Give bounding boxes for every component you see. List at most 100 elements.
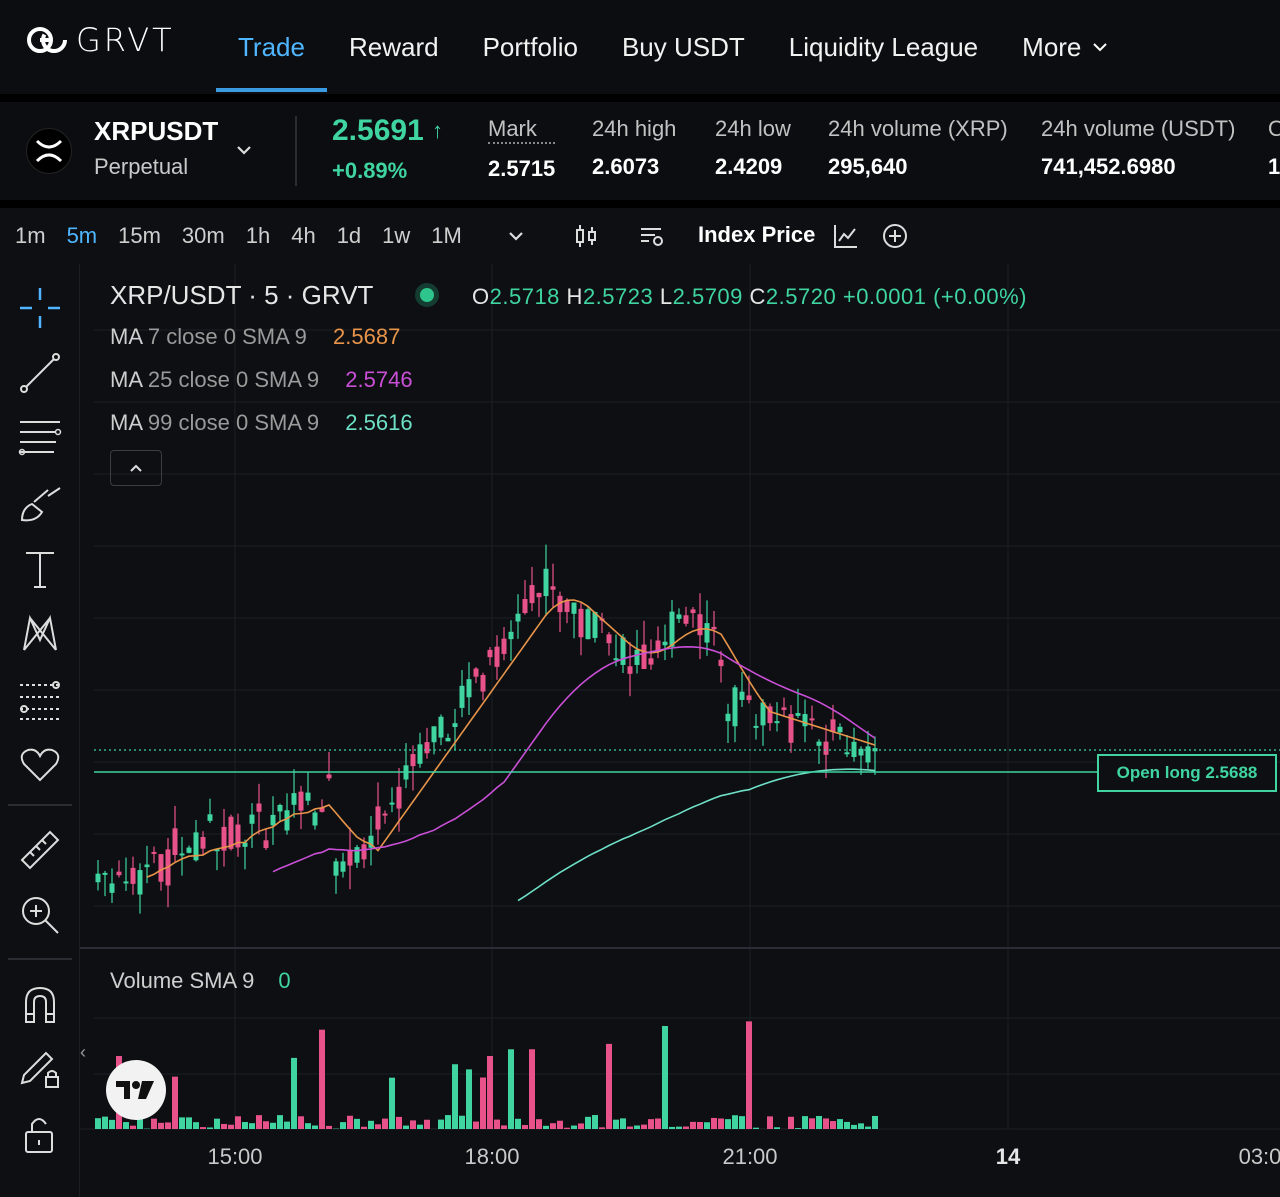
x-axis-label: 14 (995, 1144, 1021, 1169)
crosshair-tool[interactable] (18, 286, 62, 330)
measure-tool[interactable] (18, 828, 62, 872)
indicators-icon[interactable] (638, 222, 666, 250)
grvt-logo-icon (27, 27, 67, 53)
index-price-toggle[interactable]: Index Price (698, 222, 815, 248)
zoom-tool[interactable] (18, 893, 62, 937)
stat-label: 24h high (592, 116, 677, 141)
volume-bar (788, 1116, 794, 1129)
candle-body (529, 585, 535, 604)
timeframe-1M[interactable]: 1M (431, 223, 462, 249)
favorites-tool[interactable] (18, 742, 62, 786)
volume-bar (872, 1115, 878, 1129)
candle-body (172, 828, 178, 856)
candle-body (606, 634, 612, 644)
lock-all-tool[interactable] (18, 1112, 62, 1156)
timeframe-1m[interactable]: 1m (15, 223, 46, 249)
chart-line-icon[interactable] (832, 222, 860, 250)
candle-body (669, 611, 675, 647)
volume-bar (599, 1127, 605, 1129)
candle-body (473, 668, 479, 677)
ma7-legend[interactable]: MA 7 close 0 SMA 9 2.5687 (110, 324, 400, 350)
add-circle-icon[interactable] (881, 222, 909, 250)
divider (0, 94, 1280, 102)
candle-body (186, 847, 192, 853)
timeframe-1w[interactable]: 1w (382, 223, 410, 249)
volume-bar (515, 1118, 521, 1129)
trendline-tool[interactable] (18, 351, 62, 395)
volume-bar (627, 1126, 633, 1129)
candle-body (753, 725, 759, 728)
volume-bar (585, 1116, 591, 1129)
timeframe-1h[interactable]: 1h (246, 223, 270, 249)
nav-portfolio[interactable]: Portfolio (461, 0, 600, 94)
candle-body (676, 614, 682, 619)
candle-body (564, 600, 570, 612)
pattern-tool[interactable] (18, 612, 62, 656)
fib-retracement-tool[interactable] (18, 677, 62, 721)
candle-body (781, 707, 787, 710)
volume-bar (417, 1124, 423, 1129)
candle-body (816, 741, 822, 746)
candle-body (137, 870, 143, 895)
ma99-legend[interactable]: MA 99 close 0 SMA 9 2.5616 (110, 410, 413, 436)
candle-body (382, 813, 388, 816)
scroll-left-chevron-icon[interactable]: ‹ (80, 1042, 86, 1063)
horizontal-lines-tool[interactable] (18, 416, 62, 460)
ma25-legend[interactable]: MA 25 close 0 SMA 9 2.5746 (110, 367, 413, 393)
symbol-name[interactable]: XRPUSDT (94, 116, 218, 147)
volume-bar (690, 1121, 696, 1129)
volume-bar (641, 1124, 647, 1129)
nav-liquidity-league[interactable]: Liquidity League (767, 0, 1000, 94)
stat-label[interactable]: Mark (488, 116, 556, 144)
last-price: 2.5691 (332, 114, 424, 147)
timeframe-5m[interactable]: 5m (67, 223, 98, 249)
candle-body (501, 638, 507, 654)
nav-buy-usdt[interactable]: Buy USDT (600, 0, 767, 94)
x-axis-label: 21:00 (722, 1144, 778, 1169)
nav-more[interactable]: More (1000, 0, 1131, 94)
nav-reward[interactable]: Reward (327, 0, 461, 94)
brush-tool[interactable] (18, 482, 62, 526)
tradingview-logo[interactable] (106, 1060, 166, 1120)
grvt-logo[interactable]: GRVT (26, 20, 175, 60)
candle-type-icon[interactable] (572, 222, 600, 250)
candle-body (697, 614, 703, 636)
candle-body (837, 726, 843, 733)
price-change: +0.89% (332, 158, 408, 183)
candle-body (487, 649, 493, 658)
timeframe-15m[interactable]: 15m (118, 223, 161, 249)
ohlc-open-key: O (472, 284, 490, 309)
candle-body (613, 658, 619, 661)
collapse-legend-button[interactable] (110, 450, 162, 486)
stat-label: O (1268, 116, 1280, 141)
candle-body (466, 679, 472, 698)
timeframe-30m[interactable]: 30m (182, 223, 225, 249)
candlestick-chart[interactable] (80, 264, 1280, 1197)
price-chart[interactable]: XRP/USDT · 5 · GRVT O2.5718 H2.5723 L2.5… (80, 264, 1280, 1197)
volume-bar (830, 1121, 836, 1129)
chart-legend-title[interactable]: XRP/USDT · 5 · GRVT (110, 280, 373, 311)
xrp-icon (26, 128, 72, 174)
divider (8, 958, 72, 960)
timeframe-1d[interactable]: 1d (337, 223, 361, 249)
candle-body (389, 802, 395, 805)
volume-bar (326, 1125, 332, 1129)
symbol-dropdown-chevron-icon[interactable] (234, 140, 254, 160)
volume-legend[interactable]: Volume SMA 9 0 (110, 968, 291, 994)
volume-bar (536, 1119, 542, 1129)
volume-bar (158, 1122, 164, 1129)
nav-trade[interactable]: Trade (216, 0, 327, 94)
candle-body (725, 713, 731, 722)
volume-bar (606, 1043, 612, 1129)
timeframe-dropdown-chevron-icon[interactable] (502, 222, 530, 250)
volume-bar (347, 1115, 353, 1129)
volume-bar (620, 1118, 626, 1129)
open-long-position-label[interactable]: Open long 2.5688 (1097, 754, 1277, 792)
timeframe-4h[interactable]: 4h (291, 223, 315, 249)
chart-grid (80, 264, 1280, 1130)
magnet-tool[interactable] (18, 982, 62, 1026)
ohlc-high: 2.5723 (582, 284, 654, 309)
text-tool[interactable] (18, 547, 62, 591)
candle-body (361, 844, 367, 860)
lock-drawing-tool[interactable] (18, 1047, 62, 1091)
